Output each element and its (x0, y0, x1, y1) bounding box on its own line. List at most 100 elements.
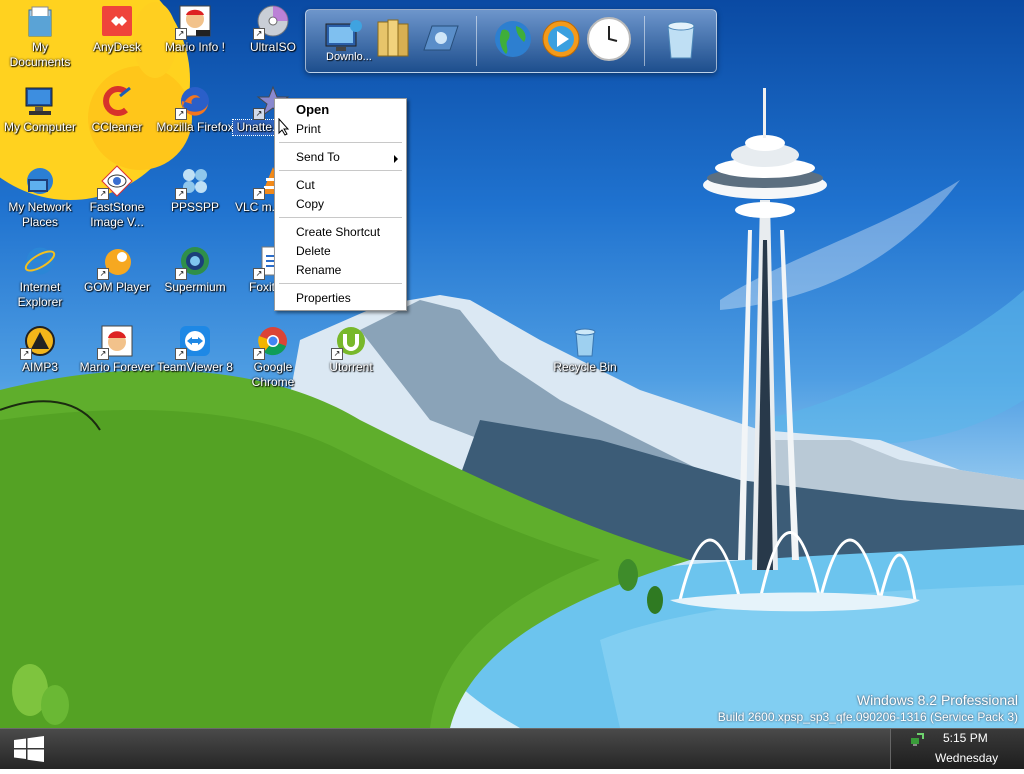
shortcut-arrow-icon: ↗ (97, 268, 109, 280)
trash-icon[interactable] (658, 16, 706, 66)
shortcut-arrow-icon: ↗ (253, 108, 265, 120)
shortcut-arrow-icon: ↗ (253, 348, 265, 360)
media-player-icon[interactable] (538, 16, 586, 66)
context-menu[interactable]: Open Print Send To Cut Copy Create Short… (274, 98, 407, 311)
folder-documents-icon (23, 4, 57, 38)
desktop-icon-ccleaner[interactable]: CCleaner (77, 84, 157, 135)
desktop-icon-mario-forever[interactable]: ↗ Mario Forever (77, 324, 157, 375)
context-menu-rename[interactable]: Rename (296, 261, 341, 279)
clock-time[interactable]: 5:15 PM (943, 731, 988, 745)
dock-bar[interactable]: Downlo... (305, 9, 717, 73)
folders-icon[interactable] (370, 16, 418, 66)
menu-separator (279, 142, 402, 143)
desktop-icon-label: Internet Explorer (17, 280, 63, 309)
shortcut-arrow-icon: ↗ (331, 348, 343, 360)
desktop-icon-ultraiso[interactable]: ↗ UltraISO (233, 4, 313, 55)
shortcut-arrow-icon: ↗ (97, 348, 109, 360)
windows-logo-icon (14, 736, 44, 762)
context-menu-send-to[interactable]: Send To (296, 148, 340, 166)
context-menu-print[interactable]: Print (296, 120, 321, 138)
desktop-icon-firefox[interactable]: ↗ Mozilla Firefox (155, 84, 235, 135)
desktop-icon-anydesk[interactable]: AnyDesk (77, 4, 157, 55)
desktop-icon-utorrent[interactable]: ↗ Utorrent (311, 324, 391, 375)
network-places-icon (23, 164, 57, 198)
computer-icon (23, 84, 57, 118)
desktop-icon-supermium[interactable]: ↗ Supermium (155, 244, 235, 295)
taskbar[interactable]: 5:15 PM Wednesday (0, 728, 1024, 769)
faststone-icon: ↗ (97, 164, 134, 200)
ppsspp-icon: ↗ (175, 164, 212, 200)
dock-partial-label: Downlo... (326, 51, 372, 63)
mario-forever-icon: ↗ (97, 324, 134, 360)
shortcut-arrow-icon: ↗ (253, 268, 265, 280)
context-menu-open[interactable]: Open (296, 101, 329, 119)
desktop-icon-label: CCleaner (91, 120, 143, 134)
dock-separator (476, 16, 477, 66)
desktop-icon-aimp3[interactable]: ↗ AIMP3 (0, 324, 80, 375)
aimp-icon: ↗ (20, 324, 57, 360)
recycle-bin-icon (568, 324, 602, 358)
desktop-icon-network-places[interactable]: My Network Places (0, 164, 80, 230)
teamviewer-icon: ↗ (175, 324, 212, 360)
gom-player-icon: ↗ (97, 244, 134, 280)
desktop-icon-teamviewer[interactable]: ↗ TeamViewer 8 (155, 324, 235, 375)
desktop-icon-label: Recycle Bin (553, 360, 617, 374)
desktop-icon-label: My Documents (9, 40, 71, 69)
shortcut-arrow-icon: ↗ (175, 268, 187, 280)
desktop-icon-label: Supermium (164, 280, 226, 294)
os-version-watermark: Windows 8.2 Professional (856, 692, 1018, 708)
context-menu-create-shortcut[interactable]: Create Shortcut (296, 223, 380, 241)
menu-separator (279, 170, 402, 171)
desktop-icon-label: UltraISO (249, 40, 296, 54)
desktop-icon-my-computer[interactable]: My Computer (0, 84, 80, 135)
shortcut-arrow-icon: ↗ (175, 108, 187, 120)
desktop-icon-recycle-bin[interactable]: Recycle Bin (545, 324, 625, 375)
desktop-icon-ppsspp[interactable]: ↗ PPSSPP (155, 164, 235, 215)
shortcut-arrow-icon: ↗ (253, 28, 265, 40)
start-button[interactable] (0, 729, 58, 769)
control-panel-icon[interactable] (418, 16, 466, 66)
context-menu-properties[interactable]: Properties (296, 289, 351, 307)
desktop-icon-label: Utorrent (329, 360, 373, 374)
desktop-icon-label: AIMP3 (21, 360, 58, 374)
desktop-icon-my-documents[interactable]: My Documents (0, 4, 80, 70)
desktop-icon-internet-explorer[interactable]: Internet Explorer (0, 244, 80, 310)
desktop-icon-label: My Network Places (8, 200, 72, 229)
anydesk-icon (100, 4, 134, 38)
desktop-icon-label: Mario Forever (79, 360, 155, 374)
ccleaner-icon (100, 84, 134, 118)
desktop-icon-label: Mario Info ! (164, 40, 226, 54)
internet-explorer-icon (23, 244, 57, 278)
desktop-icon-label: My Computer (3, 120, 77, 134)
build-info-watermark: Build 2600.xpsp_sp3_qfe.090206-1316 (Ser… (717, 710, 1018, 724)
mario-info-icon: ↗ (175, 4, 212, 40)
desktop[interactable]: My Documents AnyDesk ↗ Mario Info ! ↗ Ul… (0, 0, 1024, 728)
desktop-icon-gom-player[interactable]: ↗ GOM Player (77, 244, 157, 295)
globe-icon[interactable] (490, 16, 538, 66)
clock-icon[interactable] (586, 16, 634, 66)
mouse-cursor-icon (278, 118, 290, 136)
context-menu-delete[interactable]: Delete (296, 242, 331, 260)
clock-day[interactable]: Wednesday (935, 751, 998, 765)
submenu-arrow-icon (394, 155, 398, 163)
desktop-icon-mario-info[interactable]: ↗ Mario Info ! (155, 4, 235, 55)
supermium-icon: ↗ (175, 244, 212, 280)
shortcut-arrow-icon: ↗ (20, 348, 32, 360)
desktop-icon-faststone[interactable]: ↗ FastStone Image V... (77, 164, 157, 230)
context-menu-cut[interactable]: Cut (296, 176, 315, 194)
desktop-icon-google-chrome[interactable]: ↗ Google Chrome (233, 324, 313, 390)
context-menu-copy[interactable]: Copy (296, 195, 324, 213)
desktop-icon-label: TeamViewer 8 (157, 360, 233, 374)
system-tray[interactable]: 5:15 PM Wednesday (890, 729, 1024, 769)
desktop-icon-label: GOM Player (83, 280, 150, 294)
ultraiso-icon: ↗ (253, 4, 290, 40)
firefox-icon: ↗ (175, 84, 212, 120)
shortcut-arrow-icon: ↗ (175, 188, 187, 200)
desktop-icon-label: FastStone Image V... (89, 200, 145, 229)
shortcut-arrow-icon: ↗ (253, 188, 265, 200)
desktop-icon-label: Google Chrome (251, 360, 295, 389)
menu-separator (279, 283, 402, 284)
network-tray-icon[interactable] (909, 732, 925, 748)
shortcut-arrow-icon: ↗ (175, 28, 187, 40)
shortcut-arrow-icon: ↗ (175, 348, 187, 360)
